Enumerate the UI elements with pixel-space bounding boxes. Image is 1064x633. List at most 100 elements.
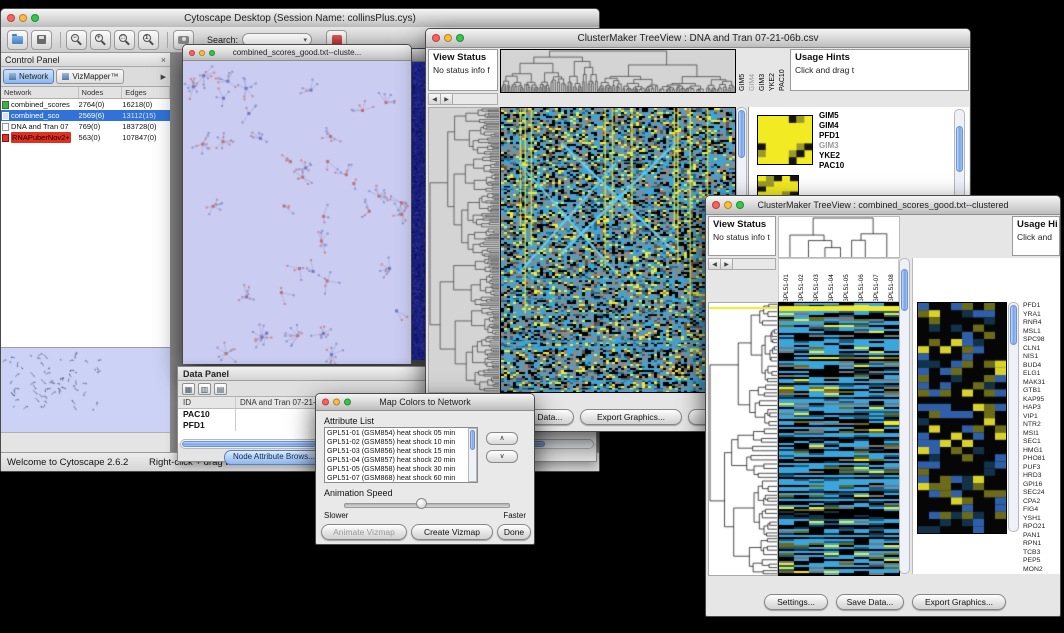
cytoscape-titlebar[interactable]: Cytoscape Desktop (Session Name: collins…: [1, 9, 599, 28]
gene-label[interactable]: HMG1: [1023, 447, 1059, 456]
tab-overflow-icon[interactable]: ▶: [161, 73, 168, 81]
network-table-row[interactable]: RNAPuberNov2+ 563(0) 107847(0): [1, 132, 170, 143]
gene-label[interactable]: MSL1: [1023, 328, 1059, 337]
control-panel-tab[interactable]: VizMapper™: [56, 69, 124, 84]
attribute-matrix-icon[interactable]: ▤: [214, 383, 227, 395]
tv2-hnav-scrollbar[interactable]: ◀ ▶: [708, 258, 776, 270]
open-session-icon[interactable]: [7, 30, 28, 50]
scrollbar-thumb[interactable]: [470, 430, 475, 450]
gene-label[interactable]: TCB3: [1023, 549, 1059, 558]
attribute-list-item[interactable]: GPL51-05 (GSM858) heat shock 30 min: [325, 464, 477, 473]
tv2-row-dendrogram-canvas[interactable]: [708, 302, 778, 576]
animation-speed-slider[interactable]: [344, 503, 510, 508]
close-icon[interactable]: ×: [161, 55, 166, 65]
move-up-button[interactable]: ∧: [486, 432, 518, 445]
tv2-column-dendrogram-canvas[interactable]: [778, 216, 900, 258]
create-vizmap-button[interactable]: Create Vizmap: [411, 524, 493, 540]
gene-label[interactable]: RPO21: [1023, 523, 1059, 532]
dialog-titlebar[interactable]: Map Colors to Network: [316, 394, 534, 411]
gene-label[interactable]: PHO81: [1023, 455, 1059, 464]
gene-label[interactable]: GIM3: [819, 141, 844, 151]
gene-label[interactable]: SEC24: [1023, 489, 1059, 498]
gene-label[interactable]: RNR4: [1023, 319, 1059, 328]
gene-label[interactable]: YKE2: [819, 151, 844, 161]
gene-label[interactable]: MON2: [1023, 566, 1059, 575]
gene-label[interactable]: GPI16: [1023, 481, 1059, 490]
scroll-right-icon[interactable]: ▶: [441, 94, 453, 104]
attribute-list-item[interactable]: GPL51-04 (GSM857) heat shock 20 min: [325, 455, 477, 464]
gene-label[interactable]: HRD3: [1023, 472, 1059, 481]
zoom-in-button[interactable]: +: [90, 30, 111, 50]
tv1-hnav-scrollbar[interactable]: ◀ ▶: [428, 93, 498, 105]
select-attributes-icon[interactable]: ▦: [182, 383, 195, 395]
network-view-titlebar[interactable]: combined_scores_good.txt--cluste...: [183, 45, 411, 61]
tv2-heatmap-canvas[interactable]: [778, 302, 900, 576]
network-table-row[interactable]: combined_sco 2569(6) 13112(15): [1, 110, 170, 121]
zoom-window-icon[interactable]: [456, 34, 464, 42]
scrollbar-thumb[interactable]: [1010, 305, 1017, 345]
minimize-window-icon[interactable]: [199, 50, 205, 56]
network-table-row[interactable]: DNA and Tran 07 769(0) 183728(0): [1, 121, 170, 132]
done-button[interactable]: Done: [497, 524, 531, 540]
list-vscrollbar[interactable]: [468, 428, 477, 482]
attribute-list-item[interactable]: GPL51-07 (GSM868) heat shock 60 min: [325, 473, 477, 482]
gene-label[interactable]: MAK31: [1023, 379, 1059, 388]
close-window-icon[interactable]: [432, 34, 440, 42]
save-session-icon[interactable]: [31, 30, 52, 50]
close-window-icon[interactable]: [7, 14, 15, 22]
minimize-window-icon[interactable]: [333, 399, 340, 406]
gene-label[interactable]: PUF3: [1023, 464, 1059, 473]
animate-vizmap-button[interactable]: Animate Vizmap: [321, 524, 407, 540]
scrollbar-thumb[interactable]: [738, 110, 745, 158]
network-table-row[interactable]: combined_scores 2764(0) 16218(0): [1, 99, 170, 110]
close-window-icon[interactable]: [712, 201, 720, 209]
move-down-button[interactable]: ∨: [486, 450, 518, 463]
zoom-window-icon[interactable]: [209, 50, 215, 56]
attribute-list-item[interactable]: GPL51-03 (GSM856) heat shock 15 min: [325, 446, 477, 455]
save-data-button[interactable]: Save Data...: [836, 594, 904, 610]
close-window-icon[interactable]: [189, 50, 195, 56]
gene-label[interactable]: RPN1: [1023, 540, 1059, 549]
gene-label[interactable]: GTB1: [1023, 387, 1059, 396]
gene-label[interactable]: SPC98: [1023, 336, 1059, 345]
tv1-column-dendrogram-canvas[interactable]: [500, 49, 736, 93]
gene-label[interactable]: ELG1: [1023, 370, 1059, 379]
control-panel-tab[interactable]: Network: [3, 69, 54, 84]
tv2-vscrollbar[interactable]: [899, 258, 910, 574]
zoom-window-icon[interactable]: [344, 399, 351, 406]
gene-label[interactable]: NTR2: [1023, 421, 1059, 430]
tv1-heatmap-canvas[interactable]: [500, 107, 736, 393]
attribute-list-item[interactable]: GPL51-01 (GSM854) heat shock 05 min: [325, 428, 477, 437]
gene-label[interactable]: CLN1: [1023, 345, 1059, 354]
export-graphics-button[interactable]: Export Graphics...: [912, 594, 1006, 610]
close-window-icon[interactable]: [322, 399, 329, 406]
zoom-out-button[interactable]: −: [66, 30, 87, 50]
attribute-list-item[interactable]: GPL51-02 (GSM855) heat shock 10 min: [325, 437, 477, 446]
gene-label[interactable]: PFD1: [819, 131, 844, 141]
gene-label[interactable]: YRA1: [1023, 311, 1059, 320]
gene-label[interactable]: CPA2: [1023, 498, 1059, 507]
settings-button[interactable]: Settings...: [764, 594, 828, 610]
scrollbar-thumb[interactable]: [901, 269, 908, 311]
scrollbar-thumb[interactable]: [956, 126, 963, 172]
gene-label[interactable]: KAP95: [1023, 396, 1059, 405]
export-graphics-button[interactable]: Export Graphics...: [580, 409, 682, 425]
gene-label[interactable]: NIS1: [1023, 353, 1059, 362]
gene-label[interactable]: HAP3: [1023, 404, 1059, 413]
zoom-actual-button[interactable]: 1: [138, 30, 159, 50]
minimize-window-icon[interactable]: [724, 201, 732, 209]
network-graph-canvas[interactable]: [183, 61, 411, 364]
gene-label[interactable]: FIG4: [1023, 506, 1059, 515]
gene-label[interactable]: MSI1: [1023, 430, 1059, 439]
zoom-window-icon[interactable]: [736, 201, 744, 209]
gene-label[interactable]: VIP1: [1023, 413, 1059, 422]
tv1-row-dendrogram-canvas[interactable]: [428, 107, 500, 393]
treeview-dna-titlebar[interactable]: ClusterMaker TreeView : DNA and Tran 07-…: [426, 29, 970, 48]
gene-label[interactable]: SEC1: [1023, 438, 1059, 447]
minimize-window-icon[interactable]: [444, 34, 452, 42]
node-attribute-browser-button[interactable]: Node Attribute Brows...: [224, 450, 324, 465]
gene-label[interactable]: BUD4: [1023, 362, 1059, 371]
minimize-window-icon[interactable]: [19, 14, 27, 22]
scroll-left-icon[interactable]: ◀: [709, 259, 721, 269]
treeview-combined-titlebar[interactable]: ClusterMaker TreeView : combined_scores_…: [706, 196, 1060, 215]
